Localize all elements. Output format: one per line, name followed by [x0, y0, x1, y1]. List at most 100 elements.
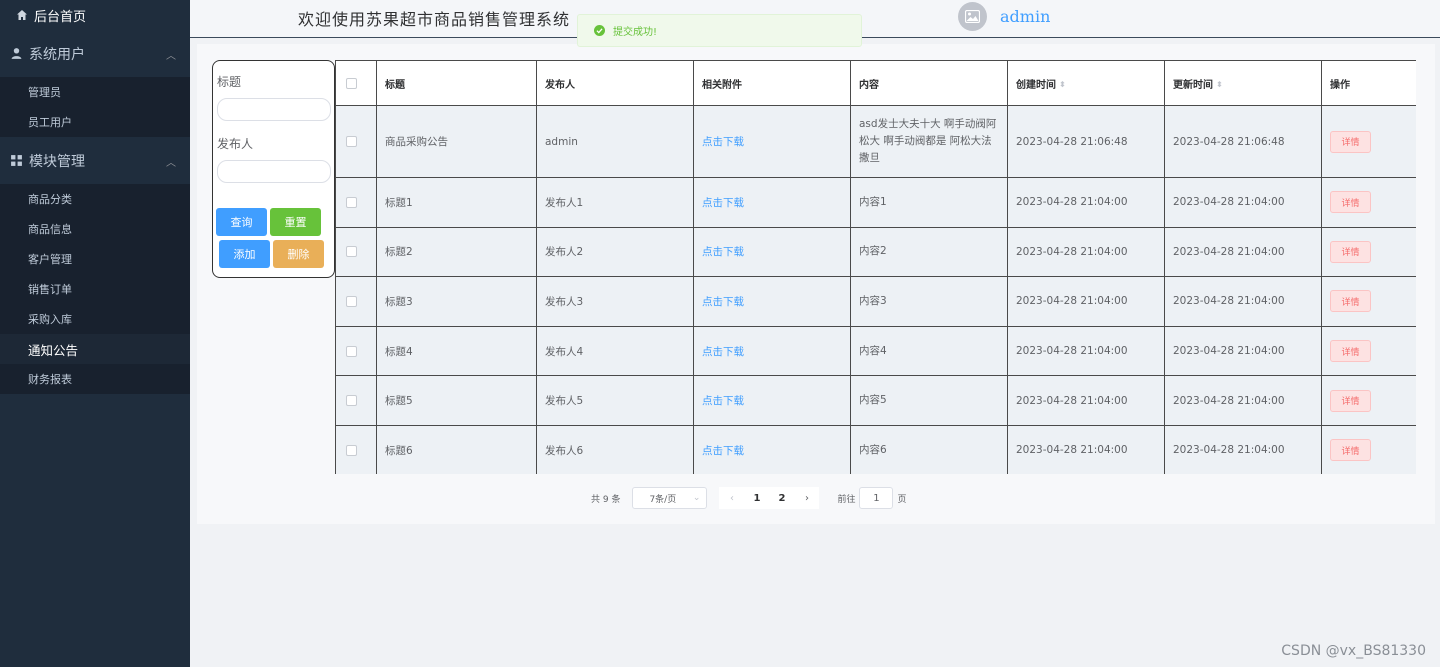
row-select-cell[interactable]	[335, 105, 377, 178]
cell-title: 标题4	[376, 325, 537, 377]
download-link[interactable]: 点击下载	[693, 325, 851, 377]
column-header-title: 标题	[376, 60, 537, 106]
reset-button[interactable]: 重置	[270, 208, 321, 236]
publisher-search-input[interactable]	[217, 160, 331, 183]
row-checkbox[interactable]	[346, 395, 357, 407]
sidebar-item-finance-reports[interactable]: 财务报表	[0, 364, 190, 394]
row-checkbox[interactable]	[346, 444, 357, 456]
row-checkbox[interactable]	[346, 295, 357, 307]
avatar[interactable]	[958, 2, 987, 31]
select-all-checkbox[interactable]	[346, 77, 357, 89]
row-select-cell[interactable]	[335, 226, 377, 278]
download-link[interactable]: 点击下载	[693, 105, 851, 178]
sidebar-item-customers[interactable]: 客户管理	[0, 244, 190, 274]
select-all-cell[interactable]	[335, 60, 377, 106]
cell-content: 内容1	[850, 177, 1008, 228]
delete-button[interactable]: 删除	[273, 240, 324, 268]
cell-content: 内容6	[850, 424, 1008, 474]
cell-created: 2023-04-28 21:04:00	[1007, 325, 1165, 377]
download-link[interactable]: 点击下载	[693, 375, 851, 426]
page-number-1[interactable]: 1	[744, 487, 770, 509]
cell-updated: 2023-04-28 21:04:00	[1164, 276, 1322, 327]
goto-page-input[interactable]: 1	[859, 487, 894, 509]
table-row: 标题4 发布人4 点击下载 内容4 2023-04-28 21:04:00 2023-04…	[335, 325, 1416, 377]
image-icon	[965, 10, 980, 23]
next-page-button[interactable]: ›	[794, 487, 820, 509]
column-header-publisher: 发布人	[536, 60, 694, 106]
page-suffix: 页	[897, 494, 907, 505]
row-checkbox[interactable]	[346, 136, 357, 147]
table-row: 标题1 发布人1 点击下载 内容1 2023-04-28 21:04:00 2023-04…	[335, 177, 1416, 228]
title-search-input[interactable]	[217, 98, 331, 121]
detail-button[interactable]: 详情	[1330, 340, 1371, 363]
sidebar-item-label: 通知公告	[28, 342, 79, 358]
row-checkbox[interactable]	[346, 345, 357, 357]
column-header-actions: 操作	[1321, 60, 1416, 106]
sort-icon[interactable]: ⬍	[1216, 80, 1223, 89]
cell-publisher: 发布人2	[536, 226, 694, 278]
sidebar-item-product-category[interactable]: 商品分类	[0, 184, 190, 214]
cell-publisher: 发布人5	[536, 375, 694, 426]
cell-actions: 详情	[1321, 226, 1416, 278]
add-button[interactable]: 添加	[219, 240, 270, 268]
sidebar-item-product-info[interactable]: 商品信息	[0, 214, 190, 244]
sidebar-item-purchase-inbound[interactable]: 采购入库	[0, 304, 190, 334]
publisher-label: 发布人	[217, 137, 254, 151]
sidebar-item-staff-users[interactable]: 员工用户	[0, 107, 190, 137]
sidebar-item-admins[interactable]: 管理员	[0, 77, 190, 107]
detail-button[interactable]: 详情	[1330, 290, 1371, 313]
cell-actions: 详情	[1321, 325, 1416, 377]
cell-created: 2023-04-28 21:06:48	[1007, 105, 1165, 178]
column-header-content: 内容	[850, 60, 1008, 106]
row-select-cell[interactable]	[335, 325, 377, 377]
cell-actions: 详情	[1321, 375, 1416, 426]
sidebar-group-system-users[interactable]: 系统用户 ︿	[0, 30, 190, 77]
table-row: 标题6 发布人6 点击下载 内容6 2023-04-28 21:04:00 2023-04…	[335, 424, 1416, 474]
column-header-updated[interactable]: 更新时间 ⬍	[1164, 60, 1322, 106]
sidebar-home-label: 后台首页	[34, 9, 87, 25]
row-checkbox[interactable]	[346, 246, 357, 258]
detail-button[interactable]: 详情	[1330, 191, 1371, 214]
detail-button[interactable]: 详情	[1330, 389, 1371, 412]
prev-page-button[interactable]: ‹	[719, 487, 745, 509]
download-link[interactable]: 点击下载	[693, 177, 851, 228]
search-panel: 标题 发布人 查询 重置 添加 删除	[212, 60, 335, 278]
detail-button[interactable]: 详情	[1330, 240, 1371, 263]
cell-updated: 2023-04-28 21:04:00	[1164, 325, 1322, 377]
username[interactable]: admin	[1000, 7, 1050, 26]
detail-button[interactable]: 详情	[1330, 439, 1371, 462]
table-header-row: 标题 发布人 相关附件 内容 创建时间 ⬍ 更新时间 ⬍ 操作	[335, 60, 1416, 106]
pagination: 共 9 条 7条/页 ⌄ ‹ 1 2 › 前往 1 页	[591, 486, 906, 510]
download-link[interactable]: 点击下载	[693, 276, 851, 327]
row-select-cell[interactable]	[335, 375, 377, 426]
detail-button[interactable]: 详情	[1330, 130, 1371, 153]
sidebar-item-home[interactable]: 后台首页	[0, 0, 190, 30]
row-select-cell[interactable]	[335, 424, 377, 474]
download-link[interactable]: 点击下载	[693, 424, 851, 474]
cell-title: 标题3	[376, 276, 537, 327]
sidebar-item-label: 采购入库	[28, 313, 72, 326]
sort-icon[interactable]: ⬍	[1059, 80, 1066, 89]
sidebar-item-sales-orders[interactable]: 销售订单	[0, 274, 190, 304]
cell-actions: 详情	[1321, 105, 1416, 178]
row-select-cell[interactable]	[335, 276, 377, 327]
cell-created: 2023-04-28 21:04:00	[1007, 276, 1165, 327]
column-header-created[interactable]: 创建时间 ⬍	[1007, 60, 1165, 106]
page-size-select[interactable]: 7条/页 ⌄	[632, 487, 708, 509]
cell-content: 内容5	[850, 375, 1008, 426]
column-header-attachment: 相关附件	[693, 60, 851, 106]
query-button[interactable]: 查询	[216, 208, 267, 236]
cell-created: 2023-04-28 21:04:00	[1007, 226, 1165, 278]
row-checkbox[interactable]	[346, 196, 357, 208]
cell-actions: 详情	[1321, 177, 1416, 228]
sidebar-item-label: 商品信息	[28, 223, 72, 236]
sidebar-group-module-management[interactable]: 模块管理 ︿	[0, 137, 190, 184]
sidebar-item-notices[interactable]: 通知公告	[0, 334, 190, 364]
cell-publisher: 发布人6	[536, 424, 694, 474]
download-link[interactable]: 点击下载	[693, 226, 851, 278]
row-select-cell[interactable]	[335, 177, 377, 228]
sidebar-item-label: 客户管理	[28, 253, 72, 266]
page-number-2[interactable]: 2	[769, 487, 795, 509]
title-label: 标题	[217, 75, 242, 89]
cell-created: 2023-04-28 21:04:00	[1007, 177, 1165, 228]
